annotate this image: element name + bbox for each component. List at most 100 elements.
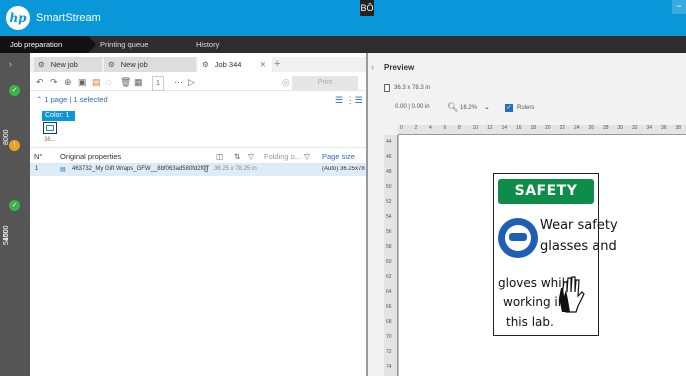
doc-tab-new-job-2[interactable]: ⚙ New job xyxy=(104,57,196,72)
warning-icon: ! xyxy=(9,140,20,151)
ruler-tick-label: 52 xyxy=(386,199,392,205)
delete-icon[interactable]: 🗑 xyxy=(120,76,131,89)
filter-icon[interactable]: ▽ xyxy=(304,152,310,161)
settings-icon: ⚙ xyxy=(202,60,209,69)
undo-icon[interactable]: ↶ xyxy=(36,76,44,89)
col-folding[interactable]: Folding o... xyxy=(264,152,301,161)
ruler-tick-label: 32 xyxy=(632,125,638,131)
col-number: N° xyxy=(34,152,43,161)
col-original-properties[interactable]: Original properties xyxy=(60,152,121,161)
page-icon: ▯ xyxy=(204,164,209,173)
hp-logo: hp xyxy=(6,6,30,30)
row-number: 1 xyxy=(35,166,39,172)
thumbnail-content xyxy=(46,125,54,131)
ruler-tick-label: 64 xyxy=(386,289,392,295)
doc-tab-job-344[interactable]: ⚙ Job 344 ✕ xyxy=(198,57,272,72)
thumbnail-size: 36... xyxy=(44,137,56,143)
clean-icon[interactable]: ▤ xyxy=(92,76,101,89)
ruler-tick-label: 6 xyxy=(443,125,447,131)
preview-size: 36.3 x 78.3 in xyxy=(394,85,431,91)
goggles-lens xyxy=(509,233,527,241)
sign-text-line: glasses and xyxy=(540,239,617,254)
printer-strip: › ✓ 8000 ! 4500 ✓ 5100 xyxy=(0,53,30,376)
ruler-tick-label: 54 xyxy=(386,214,392,220)
rulers-label: Rulers xyxy=(517,105,535,111)
ruler-tick-label: 14 xyxy=(501,125,508,131)
ruler-tick-label: 38 xyxy=(675,125,682,131)
sign-text-line: Wear safety xyxy=(540,218,618,233)
play-icon[interactable]: ▷ xyxy=(188,76,195,89)
settings-icon[interactable]: ◎ xyxy=(282,76,290,89)
zoom-dropdown-icon[interactable]: ⌄ xyxy=(484,103,490,111)
doc-tab-label: New job xyxy=(50,60,78,69)
color-badge: Color: 1 xyxy=(42,111,75,121)
expand-chevron-icon[interactable]: › xyxy=(9,59,12,69)
add-file-icon[interactable]: ⊕ xyxy=(64,76,72,89)
file-name: 463732_My Gift Wraps_GFW__8bf063ad580fd2… xyxy=(72,166,209,172)
chevron-right-icon[interactable]: › xyxy=(371,62,374,72)
ruler-tick-label: 66 xyxy=(386,304,392,310)
vertical-ruler: 44 46 48 50 52 54 56 58 60 62 64 66 68 70 72 74 xyxy=(384,135,398,376)
save-icon[interactable]: ▣ xyxy=(78,76,87,89)
main-tab-bar: Job preparation Printing queue History xyxy=(0,36,686,53)
ruler-tick-label: 46 xyxy=(386,154,392,160)
nest-icon[interactable]: ▦ xyxy=(134,76,143,89)
page-icon xyxy=(384,84,390,92)
preview-title: Preview xyxy=(384,63,415,72)
title-bar xyxy=(0,0,686,36)
tab-history[interactable]: History xyxy=(186,36,246,53)
add-tab-icon[interactable]: + xyxy=(274,57,280,71)
document-tab-bar: ⚙ New job ⚙ New job ⚙ Job 344 ✕ + xyxy=(30,57,366,72)
sign-text-line: this lab. xyxy=(506,315,554,329)
table-row[interactable]: 1 ▤ 463732_My Gift Wraps_GFW__8bf063ad58… xyxy=(30,164,366,176)
page-selection-info[interactable]: ⌃ 1 page | 1 selected xyxy=(36,95,108,104)
app-title: SmartStream xyxy=(36,12,101,24)
filter-icon[interactable]: ▽ xyxy=(248,152,254,161)
ruler-tick-label: 2 xyxy=(414,125,418,131)
ruler-tick-label: 36 xyxy=(661,125,667,131)
app-center-icon[interactable]: BŌ xyxy=(360,0,374,16)
print-button[interactable]: Print xyxy=(292,76,358,90)
ruler-tick-label: 72 xyxy=(386,349,392,355)
printer-label-5100[interactable]: 5100 xyxy=(3,229,10,245)
col-page-size[interactable]: Page size xyxy=(322,152,355,161)
ruler-tick-label: 34 xyxy=(646,125,653,131)
file-dims: 36.25 x 78.25 in xyxy=(214,166,257,172)
ruler-tick-label: 22 xyxy=(559,125,566,131)
settings-icon: ⚙ xyxy=(38,60,45,69)
ruler-tick-label: 30 xyxy=(617,125,624,131)
ruler-tick-label: 58 xyxy=(386,244,392,250)
ruler-tick-label: 70 xyxy=(386,334,392,340)
doc-tab-new-job-1[interactable]: ⚙ New job xyxy=(34,57,102,72)
status-ok-icon: ✓ xyxy=(9,200,20,211)
column-settings-icon[interactable]: ◫ xyxy=(216,152,223,161)
rulers-checkbox[interactable]: ✓ xyxy=(505,104,513,112)
ruler-tick-label: 0 xyxy=(400,125,403,131)
more-icon[interactable]: ⋯ xyxy=(174,76,183,89)
copies-stepper[interactable]: 1 xyxy=(152,76,164,91)
ruler-tick-label: 4 xyxy=(429,125,432,131)
minimize-icon[interactable]: − xyxy=(672,0,686,14)
ruler-tick-label: 28 xyxy=(603,125,609,131)
list-view-icon[interactable]: ☰ ⋮☰ xyxy=(335,95,363,106)
ruler-tick-label: 62 xyxy=(386,274,392,280)
zoom-value: 16.2% xyxy=(460,105,478,111)
zoom-icon[interactable]: 🔍︎ xyxy=(447,102,458,113)
status-ok-icon: ✓ xyxy=(9,85,20,96)
ruler-tick-label: 24 xyxy=(574,125,580,131)
doc-tab-label: Job 344 xyxy=(214,60,242,69)
ruler-tick-label: 16 xyxy=(516,125,522,131)
sign-text-line: working in xyxy=(503,295,566,309)
tab-printing-queue[interactable]: Printing queue xyxy=(90,36,180,53)
table-header: N° Original properties ◫ ⇅ ▽ Folding o..… xyxy=(30,147,366,164)
ruler-tick-label: 26 xyxy=(588,125,595,131)
close-icon[interactable]: ✕ xyxy=(260,57,266,72)
duplicate-icon[interactable]: ◌ xyxy=(106,76,111,89)
ruler-tick-label: 68 xyxy=(386,319,392,325)
ruler-tick-label: 44 xyxy=(386,139,392,145)
ruler-tick-label: 8 xyxy=(458,125,461,131)
tab-job-preparation[interactable]: Job preparation xyxy=(0,36,96,53)
settings-icon: ⚙ xyxy=(108,60,115,69)
redo-icon[interactable]: ↷ xyxy=(50,76,58,89)
sort-icon[interactable]: ⇅ xyxy=(234,152,240,161)
